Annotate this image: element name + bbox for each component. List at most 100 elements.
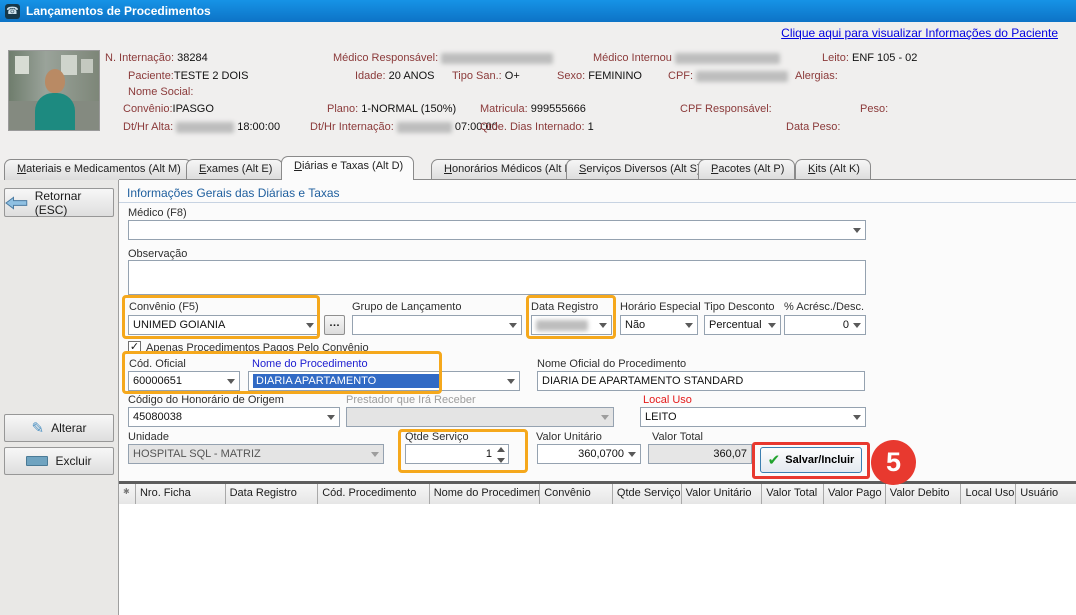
chevron-down-icon <box>853 415 861 420</box>
app-icon: ☎ <box>5 4 20 19</box>
col-valor-total[interactable]: Valor Total <box>762 484 824 504</box>
salvar-label: Salvar/Incluir <box>785 454 854 466</box>
convenio-f5-combo[interactable]: UNIMED GOIANIA <box>128 315 319 335</box>
procedure-entry-window: { "window": { "title": "Lançamentos de P… <box>0 0 1076 615</box>
grid-body[interactable] <box>119 504 1076 615</box>
col-valor-unitario[interactable]: Valor Unitário <box>682 484 763 504</box>
section-divider <box>119 202 1076 203</box>
patient-photo <box>8 50 100 131</box>
n-internacao-label: N. Internação: <box>105 52 174 64</box>
plano: Plano: 1-NORMAL (150%) <box>327 103 456 115</box>
nome-social: Nome Social: <box>128 86 193 98</box>
chevron-down-icon <box>853 323 861 328</box>
medico-label: Médico (F8) <box>128 207 187 219</box>
tipo-desconto-label: Tipo Desconto <box>704 301 775 313</box>
cod-oficial-combo[interactable]: 60000651 <box>128 371 240 391</box>
peso: Peso: <box>860 103 888 115</box>
unidade-combo[interactable]: HOSPITAL SQL - MATRIZ <box>128 444 384 464</box>
matricula: Matricula: 999555666 <box>480 103 586 115</box>
pagos-convenio-checkbox[interactable]: ✓ <box>128 341 141 354</box>
redacted-data-registro <box>536 320 588 331</box>
retornar-button[interactable]: Retornar (ESC) <box>4 188 114 217</box>
tipo-desconto-combo[interactable]: Percentual <box>704 315 781 335</box>
grid-header: ✱ Nro. Ficha Data Registro Cód. Procedim… <box>119 484 1076 504</box>
horario-especial-label: Horário Especial <box>620 301 701 313</box>
chevron-down-icon <box>601 415 609 420</box>
horario-especial-combo[interactable]: Não <box>620 315 698 335</box>
col-valor-pago[interactable]: Valor Pago <box>824 484 886 504</box>
redacted-medico-internou <box>675 53 780 64</box>
cod-oficial-label: Cód. Oficial <box>129 358 186 370</box>
chevron-down-icon <box>599 323 607 328</box>
grupo-lancamento-label: Grupo de Lançamento <box>352 301 461 313</box>
alterar-button[interactable]: ✎ Alterar <box>4 414 114 442</box>
chevron-down-icon <box>327 415 335 420</box>
sexo: Sexo: FEMININO <box>557 70 642 82</box>
spinner-arrows-icon[interactable] <box>496 447 505 463</box>
col-local-uso[interactable]: Local Uso <box>961 484 1016 504</box>
chevron-down-icon <box>371 452 379 457</box>
medico-internou: Médico Internou <box>593 52 780 64</box>
leito: Leito: ENF 105 - 02 <box>822 52 917 64</box>
col-valor-debito[interactable]: Valor Debito <box>886 484 962 504</box>
alergias: Alergias: <box>795 70 838 82</box>
observacao-label: Observação <box>128 248 187 260</box>
tab-diarias-taxas[interactable]: Diárias e Taxas (Alt D) <box>281 156 414 180</box>
valor-total-label: Valor Total <box>652 431 703 443</box>
valor-unitario-label: Valor Unitário <box>536 431 602 443</box>
pagos-convenio-label: Apenas Procedimentos Pagos Pelo Convênio <box>146 342 369 354</box>
idade: Idade: 20 ANOS <box>355 70 435 82</box>
check-icon: ✔ <box>768 451 781 469</box>
grupo-lancamento-combo[interactable] <box>352 315 522 335</box>
col-nro-ficha[interactable]: Nro. Ficha <box>136 484 226 504</box>
col-usuario[interactable]: Usuário <box>1016 484 1076 504</box>
chevron-down-icon <box>685 323 693 328</box>
nome-procedimento-combo[interactable]: DIARIA APARTAMENTO <box>248 371 520 391</box>
redacted-medico-responsavel <box>441 53 553 64</box>
prestador-combo[interactable] <box>346 407 614 427</box>
delete-bar-icon <box>26 456 48 466</box>
medico-combo[interactable] <box>128 220 866 240</box>
dt-hr-alta: Dt/Hr Alta: 18:00:00 <box>123 121 280 133</box>
cod-honorario-label: Código do Honorário de Origem <box>128 394 284 406</box>
redacted-dt-alta <box>176 122 234 133</box>
acresc-desc-spinner[interactable]: 0 <box>784 315 866 335</box>
tab-honorarios-medicos[interactable]: Honorários Médicos (Alt H) <box>431 159 587 180</box>
cod-honorario-combo[interactable]: 45080038 <box>128 407 340 427</box>
tab-pacotes[interactable]: Pacotes (Alt P) <box>698 159 795 180</box>
convenio-browse-button[interactable]: … <box>324 315 345 335</box>
excluir-label: Excluir <box>55 454 91 468</box>
unidade-label: Unidade <box>128 431 169 443</box>
nome-oficial-input[interactable]: DIARIA DE APARTAMENTO STANDARD <box>537 371 865 391</box>
nome-procedimento-label: Nome do Procedimento <box>252 358 368 370</box>
local-uso-combo[interactable]: LEITO <box>640 407 866 427</box>
col-convenio[interactable]: Convênio <box>540 484 613 504</box>
excluir-button[interactable]: Excluir <box>4 447 114 475</box>
salvar-incluir-button[interactable]: ✔ Salvar/Incluir <box>760 447 862 473</box>
valor-total-field: 360,07 <box>648 444 752 464</box>
col-data-registro[interactable]: Data Registro <box>226 484 319 504</box>
qtde-servico-spinner[interactable]: 1 <box>405 444 509 464</box>
chevron-down-icon <box>509 323 517 328</box>
data-registro-combo[interactable] <box>531 315 612 335</box>
tab-exames[interactable]: Exames (Alt E) <box>186 159 283 180</box>
prestador-label: Prestador que Irá Receber <box>346 394 476 406</box>
qtde-servico-label2: Qtde Serviço <box>405 431 469 443</box>
paciente: Paciente:TESTE 2 DOIS <box>128 70 248 82</box>
check-icon: ✓ <box>130 341 139 353</box>
nome-oficial-label: Nome Oficial do Procedimento <box>537 358 686 370</box>
patient-info-link[interactable]: Clique aqui para visualizar Informações … <box>781 26 1058 40</box>
pencil-icon: ✎ <box>32 419 45 437</box>
tab-kits[interactable]: Kits (Alt K) <box>795 159 871 180</box>
grid-selector-column[interactable]: ✱ <box>119 484 136 504</box>
cpf-responsavel: CPF Responsável: <box>680 103 772 115</box>
col-nome-procedimento[interactable]: Nome do Procedimento <box>430 484 541 504</box>
chevron-down-icon <box>227 379 235 384</box>
col-cod-procedimento[interactable]: Cód. Procedimento <box>318 484 430 504</box>
col-qtde-servico[interactable]: Qtde Serviço <box>613 484 682 504</box>
tipo-sanguineo: Tipo San.: O+ <box>452 70 520 82</box>
tab-materiais-medicamentos[interactable]: Materiais e Medicamentos (Alt M) <box>4 159 192 180</box>
tab-servicos-diversos[interactable]: Serviços Diversos (Alt S) <box>566 159 712 180</box>
observacao-input[interactable] <box>128 260 866 295</box>
valor-unitario-combo[interactable]: 360,0700 <box>537 444 641 464</box>
